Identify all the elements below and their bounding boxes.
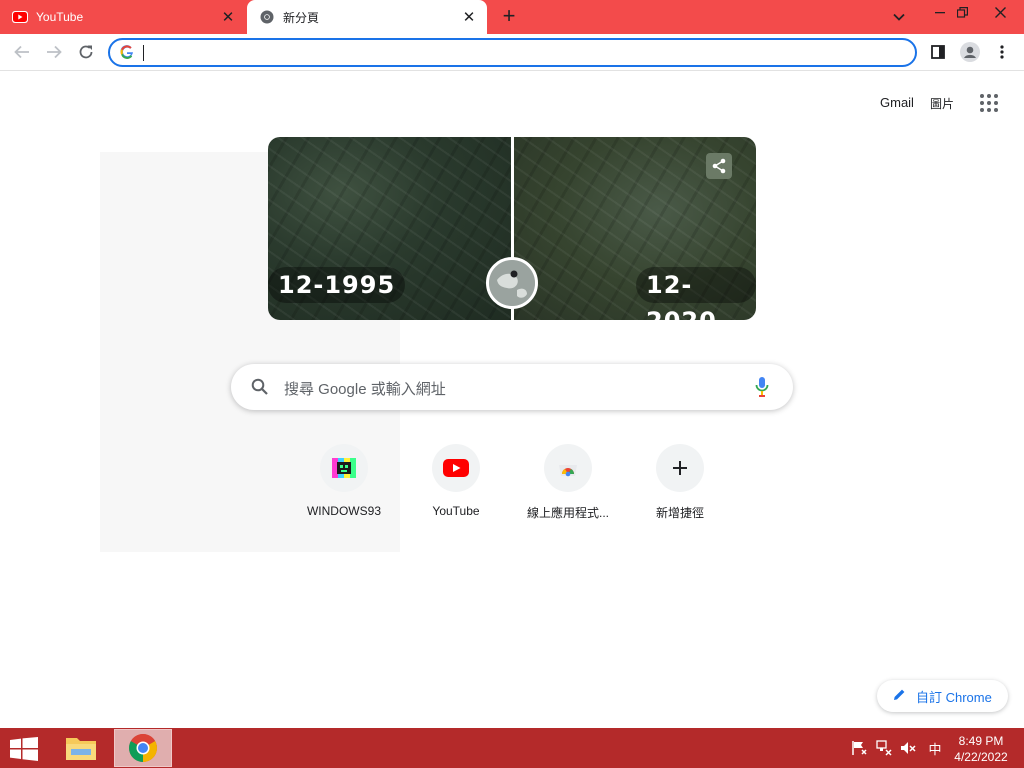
share-button[interactable] [706,153,732,179]
customize-chrome-label: 自訂 Chrome [916,689,992,705]
restore-icon [956,6,968,18]
reload-button[interactable] [72,38,100,66]
address-input[interactable] [142,43,902,63]
taskbar: 中 8:49 PM 4/22/2022 [0,728,1024,768]
text-caret [143,45,144,61]
shortcut-label: YouTube [432,504,480,518]
close-icon [994,6,1006,18]
search-placeholder: 搜尋 Google 或輸入網址 [284,381,446,398]
customize-chrome-button[interactable]: 自訂 Chrome [877,680,1008,712]
new-tab-button[interactable]: + [497,5,521,29]
clock[interactable]: 8:49 PM 4/22/2022 [948,733,1014,765]
profile-button[interactable] [956,38,984,66]
shortcut-web-store[interactable]: 線上應用程式... [512,444,624,528]
clock-time: 8:49 PM [958,734,1004,748]
chrome-icon [259,9,275,25]
browser-toolbar [0,34,1024,71]
tab-title: 新分頁 [283,10,320,25]
doodle-year-left: 12-1995 [268,267,406,303]
address-bar[interactable] [108,38,917,67]
ime-indicator[interactable]: 中 [926,739,944,757]
forward-button[interactable] [40,38,68,66]
minimize-icon [935,12,945,14]
tab-strip: YouTube ✕ 新分頁 ✕ + [0,0,1024,34]
side-panel-icon [931,45,945,59]
plus-icon [656,444,704,492]
windows93-icon [320,444,368,492]
google-g-icon [120,45,134,64]
chrome-icon [129,734,157,762]
new-tab-page: Gmail 圖片 12-1995 12-2020 搜尋 Google 或輸入網址 [0,72,1024,728]
images-link[interactable]: 圖片 [930,95,954,112]
tab-new-tab[interactable]: 新分頁 ✕ [247,0,487,34]
arrow-right-icon [47,45,62,59]
google-apps-icon[interactable] [980,94,1000,114]
shortcut-windows93[interactable]: WINDOWS93 [288,444,400,528]
tab-youtube[interactable]: YouTube ✕ [0,0,246,34]
more-vertical-icon [1000,45,1004,59]
shortcut-youtube[interactable]: YouTube [400,444,512,528]
volume-muted-icon[interactable] [899,739,917,757]
doodle-year-right: 12-2020 [636,267,756,320]
folder-icon [66,738,96,760]
reload-icon [79,45,93,59]
chrome-web-store-icon [544,444,592,492]
gmail-link[interactable]: Gmail [880,95,914,110]
tab-title: YouTube [36,10,84,24]
close-tab-icon[interactable]: ✕ [218,7,238,27]
chrome-taskbar-button[interactable] [114,729,172,767]
close-window-button[interactable] [980,0,1020,24]
menu-button[interactable] [988,38,1016,66]
shortcut-add[interactable]: 新增捷徑 [624,444,736,528]
pencil-icon [893,688,906,704]
restore-button[interactable] [946,0,978,24]
share-icon [712,158,726,174]
back-button[interactable] [8,38,36,66]
shortcut-label: 線上應用程式... [526,506,609,520]
youtube-icon [432,444,480,492]
avatar-icon [960,42,980,62]
shortcut-label: 新增捷徑 [655,506,704,520]
microphone-icon[interactable] [755,376,769,403]
youtube-icon [12,9,28,25]
network-icon[interactable] [875,739,893,757]
google-doodle[interactable]: 12-1995 12-2020 [268,137,756,320]
search-box[interactable]: 搜尋 Google 或輸入網址 [231,364,793,410]
windows-logo-icon [10,737,38,761]
search-icon [251,378,268,400]
tab-search-button[interactable] [887,6,911,28]
globe-icon[interactable] [486,257,538,309]
chevron-down-icon [893,13,905,21]
close-tab-icon[interactable]: ✕ [459,7,479,27]
start-button[interactable] [10,737,38,761]
clock-date: 4/22/2022 [954,750,1008,764]
file-explorer-taskbar-button[interactable] [60,730,102,766]
side-panel-button[interactable] [924,38,952,66]
action-center-flag-icon[interactable] [850,739,868,757]
shortcut-label: WINDOWS93 [306,504,381,518]
arrow-left-icon [14,45,29,59]
